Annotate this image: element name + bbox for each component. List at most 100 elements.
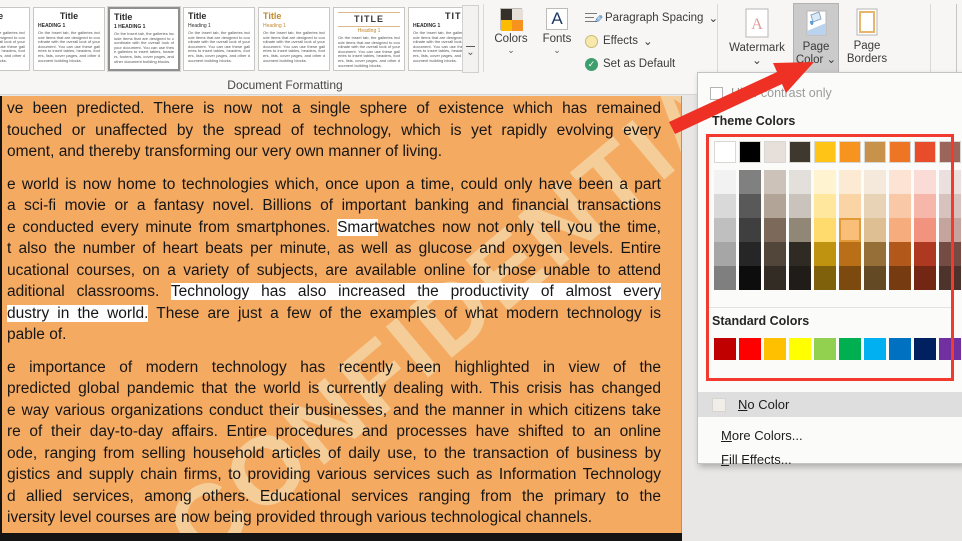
theme-variant-swatch[interactable]: [839, 266, 861, 290]
theme-variant-swatch[interactable]: [814, 218, 836, 242]
theme-variant-swatch[interactable]: [914, 218, 936, 242]
fonts-button[interactable]: A Fonts ⌄: [537, 8, 577, 55]
page-color-button[interactable]: Page Color ⌄: [793, 3, 839, 79]
standard-color-swatch[interactable]: [914, 338, 936, 360]
set-as-default-button[interactable]: ✓ Set as Default: [585, 55, 675, 73]
document-line: ve been predicted. There is now not a si…: [7, 100, 661, 117]
colors-swatch-quadrant: [512, 9, 523, 20]
theme-variant-swatch[interactable]: [839, 170, 861, 194]
theme-color-swatch[interactable]: [914, 141, 936, 163]
theme-variant-swatch[interactable]: [789, 194, 811, 218]
theme-variant-swatch[interactable]: [814, 266, 836, 290]
theme-variant-swatch[interactable]: [814, 170, 836, 194]
theme-variant-swatch[interactable]: [864, 218, 886, 242]
theme-variant-swatch[interactable]: [764, 218, 786, 242]
theme-color-swatch[interactable]: [714, 141, 736, 163]
document-page[interactable]: CONFIDENTIAL ve been predicted. There is…: [2, 96, 682, 533]
theme-variant-swatch[interactable]: [714, 194, 736, 218]
style-set-thumbnail[interactable]: Title Heading 1 On the Insert tab, the gal…: [258, 7, 330, 71]
standard-color-swatch[interactable]: [714, 338, 736, 360]
style-set-thumbnail[interactable]: TitleHEADING 1On the Insert tab, the gal…: [33, 7, 105, 71]
theme-variant-swatch[interactable]: [789, 266, 811, 290]
page-borders-button[interactable]: Page Borders: [842, 3, 892, 79]
theme-variant-swatch[interactable]: [714, 170, 736, 194]
theme-variant-swatch[interactable]: [789, 242, 811, 266]
theme-color-swatch[interactable]: [889, 141, 911, 163]
no-color-menu-item[interactable]: No Color: [698, 392, 962, 417]
effects-icon: [585, 34, 598, 48]
theme-variant-swatch[interactable]: [764, 266, 786, 290]
standard-color-swatch[interactable]: [864, 338, 886, 360]
theme-variant-swatch[interactable]: [939, 266, 961, 290]
theme-variant-swatch[interactable]: [914, 266, 936, 290]
theme-variant-swatch[interactable]: [889, 218, 911, 242]
theme-variant-swatch[interactable]: [864, 266, 886, 290]
theme-variant-swatch[interactable]: [839, 194, 861, 218]
paragraph-spacing-button[interactable]: ✎ Paragraph Spacing ⌄: [585, 9, 718, 27]
theme-variant-swatch[interactable]: [889, 170, 911, 194]
thumb-title: TITLE: [445, 11, 462, 21]
dropdown-divider: [708, 307, 954, 308]
standard-color-swatch[interactable]: [764, 338, 786, 360]
chevron-down-icon: ⌄: [826, 54, 837, 66]
theme-variant-swatch[interactable]: [889, 266, 911, 290]
theme-variant-swatch[interactable]: [739, 242, 761, 266]
style-set-thumbnail[interactable]: Title 1 HEADING 1 On the Insert tab, the g…: [108, 7, 180, 71]
theme-variant-swatch[interactable]: [739, 266, 761, 290]
theme-color-swatch[interactable]: [864, 141, 886, 163]
theme-variant-swatch[interactable]: [939, 242, 961, 266]
theme-variant-swatch[interactable]: [714, 242, 736, 266]
theme-variant-swatch[interactable]: [914, 194, 936, 218]
theme-variant-swatch[interactable]: [864, 242, 886, 266]
theme-color-swatch[interactable]: [739, 141, 761, 163]
theme-variant-swatch[interactable]: [864, 170, 886, 194]
theme-variant-swatch[interactable]: [739, 218, 761, 242]
theme-variant-swatch[interactable]: [814, 242, 836, 266]
gallery-more-button[interactable]: ⌄: [462, 5, 479, 73]
theme-variant-swatch[interactable]: [714, 266, 736, 290]
theme-variant-swatch[interactable]: [714, 218, 736, 242]
theme-variant-swatch[interactable]: [789, 170, 811, 194]
more-colors-menu-item[interactable]: More Colors...: [721, 428, 803, 443]
theme-variant-swatch[interactable]: [789, 218, 811, 242]
theme-variant-swatch[interactable]: [939, 170, 961, 194]
theme-color-swatch[interactable]: [814, 141, 836, 163]
standard-color-swatch[interactable]: [839, 338, 861, 360]
document-line: a sci-fi movie or a fantasy novel. Billi…: [7, 197, 661, 214]
style-set-thumbnail[interactable]: TitleHEADING 1On the Insert tab, the gal…: [0, 7, 30, 71]
theme-variant-swatch[interactable]: [889, 242, 911, 266]
theme-variant-swatch[interactable]: [764, 242, 786, 266]
colors-button[interactable]: Colors ⌄: [489, 8, 533, 55]
theme-color-swatch[interactable]: [764, 141, 786, 163]
fill-effects-menu-item[interactable]: Fill Effects...: [721, 452, 792, 467]
theme-variant-swatch[interactable]: [739, 194, 761, 218]
selected-page-color-swatch[interactable]: [839, 218, 861, 242]
theme-color-swatch[interactable]: [839, 141, 861, 163]
theme-variant-swatch[interactable]: [739, 170, 761, 194]
theme-variant-swatch[interactable]: [764, 194, 786, 218]
theme-variant-swatch[interactable]: [914, 170, 936, 194]
theme-variant-swatch[interactable]: [939, 218, 961, 242]
standard-color-swatch[interactable]: [789, 338, 811, 360]
standard-color-swatch[interactable]: [889, 338, 911, 360]
theme-variant-swatch[interactable]: [864, 194, 886, 218]
standard-color-swatch[interactable]: [739, 338, 761, 360]
high-contrast-only-checkbox[interactable]: High-contrast only: [710, 86, 832, 100]
standard-color-swatch[interactable]: [939, 338, 961, 360]
style-set-thumbnail[interactable]: Title Heading 1 On the Insert tab, the gal…: [183, 7, 255, 71]
style-set-thumbnail[interactable]: TITLE Heading 1 On the Insert tab, the gal…: [333, 7, 405, 71]
theme-variant-swatch[interactable]: [914, 242, 936, 266]
theme-color-swatch[interactable]: [789, 141, 811, 163]
document-line: dustry in the world. These are just a fe…: [7, 304, 661, 322]
theme-variant-swatch[interactable]: [889, 194, 911, 218]
thumb-title: Title: [263, 11, 282, 21]
watermark-button[interactable]: A Watermark ⌄: [725, 3, 789, 79]
style-set-thumbnail[interactable]: TITLE HEADING 1On the Insert tab, the gal…: [408, 7, 462, 71]
standard-color-swatch[interactable]: [814, 338, 836, 360]
effects-button[interactable]: Effects ⌄: [585, 32, 653, 50]
theme-variant-swatch[interactable]: [939, 194, 961, 218]
theme-variant-swatch[interactable]: [814, 194, 836, 218]
theme-variant-swatch[interactable]: [839, 242, 861, 266]
theme-color-swatch[interactable]: [939, 141, 961, 163]
theme-variant-swatch[interactable]: [764, 170, 786, 194]
